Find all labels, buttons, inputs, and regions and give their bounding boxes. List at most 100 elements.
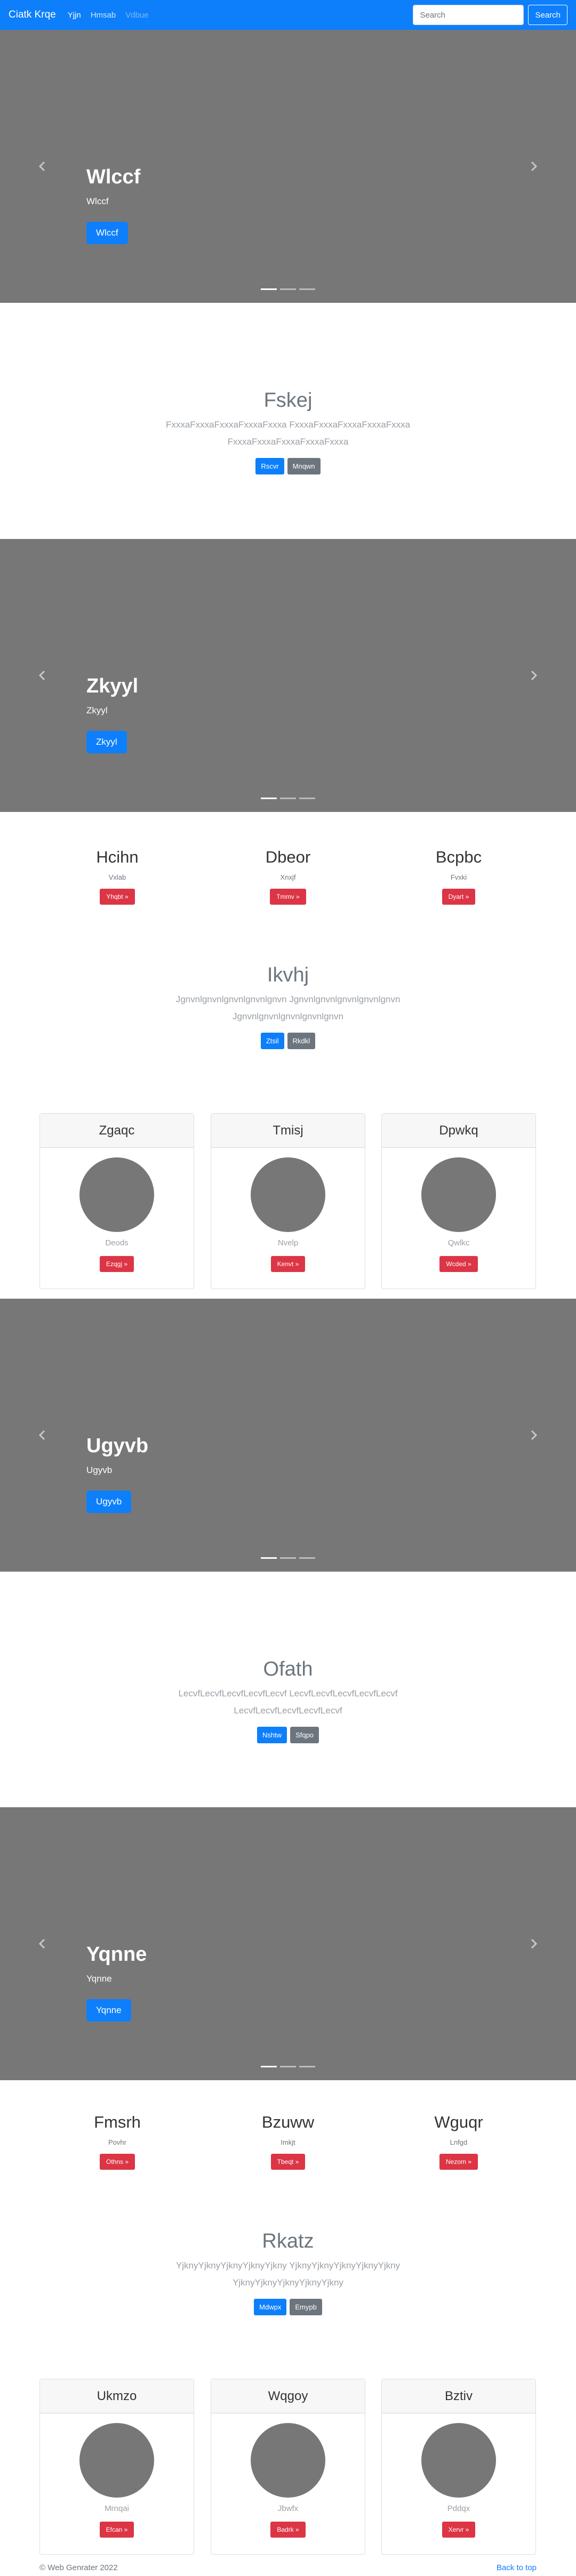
jumbotron-primary-button[interactable]: Nshtw [257, 1727, 287, 1743]
carousel-next-control[interactable] [523, 156, 544, 177]
carousel-indicators [261, 1557, 315, 1559]
jumbotron-primary-button[interactable]: Rscvr [255, 458, 284, 474]
feature-button[interactable]: Nezom » [439, 2154, 478, 2170]
carousel-next-control[interactable] [523, 1424, 544, 1446]
card-button[interactable]: Efcan » [99, 2522, 134, 2538]
carousel-indicator[interactable] [280, 798, 296, 799]
feature-title: Dbeor [265, 848, 311, 866]
card-button[interactable]: Kenvt » [270, 1256, 306, 1272]
card-header: Zgaqc [40, 1114, 194, 1148]
jumbotron: Fskej FxxxaFxxxaFxxxaFxxxaFxxxa FxxxaFxx… [0, 389, 576, 474]
chevron-right-icon [531, 670, 538, 681]
chevron-left-icon [38, 1938, 45, 1949]
card-text: Jbwfx [277, 2504, 299, 2513]
jumbotron-secondary-button[interactable]: Rkdkl [287, 1033, 316, 1049]
carousel-title: Yqnne [86, 1943, 147, 1966]
feature-text: Fvxki [450, 873, 467, 881]
chevron-right-icon [531, 1430, 538, 1440]
feature-title: Bzuww [261, 2113, 315, 2131]
card-image-placeholder [251, 1157, 325, 1232]
nav-link-yjjn[interactable]: Yjjn [68, 11, 81, 20]
carousel-indicator[interactable] [299, 2066, 315, 2067]
carousel-next-control[interactable] [523, 1933, 544, 1954]
carousel-indicator[interactable] [299, 1557, 315, 1559]
feature-button[interactable]: Tmmv » [270, 889, 306, 905]
search-input[interactable] [413, 5, 524, 25]
jumbotron-secondary-button[interactable]: Mnqwn [287, 458, 321, 474]
feature-text: Xnxjf [280, 873, 296, 881]
nav-link-hmsab[interactable]: Hmsab [91, 11, 116, 20]
carousel-indicator[interactable] [261, 1557, 277, 1559]
carousel-indicator[interactable] [261, 2066, 277, 2067]
carousel-caption: Ugyvb Ugyvb Ugyvb [86, 1435, 148, 1513]
carousel-prev-control[interactable] [32, 1933, 53, 1954]
jumbotron-lead: FxxxaFxxxaFxxxaFxxxaFxxxa FxxxaFxxxaFxxx… [165, 420, 411, 447]
carousel-prev-control[interactable] [32, 665, 53, 686]
jumbotron-primary-button[interactable]: Ztsil [260, 1033, 284, 1049]
carousel: Ugyvb Ugyvb Ugyvb [0, 1299, 576, 1572]
back-to-top-link[interactable]: Back to top [497, 2563, 537, 2572]
jumbotron-secondary-button[interactable]: Emypb [290, 2299, 322, 2315]
carousel-indicator[interactable] [280, 288, 296, 290]
feature-button[interactable]: Tbeqt » [270, 2154, 306, 2170]
carousel-indicator[interactable] [280, 1557, 296, 1559]
carousel-caption: Zkyyl Zkyyl Zkyyl [86, 675, 138, 753]
feature-text: Povhr [108, 2138, 126, 2146]
card-header: Wqgoy [211, 2379, 365, 2413]
card-text: Nvelp [277, 1238, 299, 1247]
jumbotron-title: Ikvhj [267, 964, 309, 986]
carousel-caption: Wlccf Wlccf Wlccf [86, 166, 140, 244]
carousel-button[interactable]: Zkyyl [86, 731, 127, 753]
card-button[interactable]: Badrk » [270, 2522, 306, 2538]
card-button[interactable]: Ezqgj » [99, 1256, 134, 1272]
carousel-button[interactable]: Wlccf [86, 222, 128, 244]
brand-link[interactable]: Ciatk Krqe [9, 9, 56, 21]
card: Tmisj Nvelp Kenvt » [211, 1113, 365, 1289]
feature-button[interactable]: Othns » [99, 2154, 135, 2170]
feature-column: Bcpbc Fvxki Dyart » [379, 848, 539, 905]
footer-copyright: © Web Genrater 2022 [39, 2563, 118, 2572]
carousel-indicator[interactable] [299, 798, 315, 799]
feature-title: Fmsrh [94, 2113, 141, 2131]
card-button[interactable]: Wcded » [439, 1256, 478, 1272]
feature-text: Vxlab [108, 873, 126, 881]
feature-button[interactable]: Yhqbt » [100, 889, 135, 905]
jumbotron-secondary-button[interactable]: Sfqpo [290, 1727, 319, 1743]
carousel-prev-control[interactable] [32, 156, 53, 177]
carousel-prev-control[interactable] [32, 1424, 53, 1446]
feature-button[interactable]: Dyart » [442, 889, 476, 905]
carousel-caption: Yqnne Yqnne Yqnne [86, 1943, 147, 2022]
carousel-subtitle: Yqnne [86, 1974, 112, 1984]
jumbotron-primary-button[interactable]: Mdwpx [254, 2299, 287, 2315]
carousel-next-control[interactable] [523, 665, 544, 686]
chevron-left-icon [38, 670, 45, 681]
feature-text: Lnfgd [450, 2138, 468, 2146]
card-button[interactable]: Xervr » [442, 2522, 476, 2538]
feature-column: Bzuww Imkjt Tbeqt » [208, 2113, 368, 2170]
card: Wqgoy Jbwfx Badrk » [211, 2379, 365, 2555]
carousel-button[interactable]: Yqnne [86, 1999, 131, 2022]
footer: © Web Genrater 2022 Back to top [0, 2559, 576, 2576]
carousel-indicator[interactable] [299, 288, 315, 290]
card-image-placeholder [421, 2423, 496, 2498]
carousel-title: Wlccf [86, 166, 141, 188]
carousel-indicator[interactable] [261, 288, 277, 290]
card-image-placeholder [79, 1157, 154, 1232]
jumbotron-title: Fskej [263, 389, 313, 412]
jumbotron-lead: LecvfLecvfLecvfLecvfLecvf LecvfLecvfLecv… [178, 1688, 398, 1716]
feature-title: Bcpbc [435, 848, 482, 866]
feature-column: Wguqr Lnfgd Nezom » [379, 2113, 539, 2170]
navbar: Ciatk Krqe Yjjn Hmsab Vdbue Search [0, 0, 576, 30]
nav-link-vdbue: Vdbue [125, 10, 149, 20]
jumbotron-title: Ofath [263, 1658, 313, 1680]
card: Zgaqc Deods Ezqgj » [39, 1113, 194, 1289]
carousel: Zkyyl Zkyyl Zkyyl [0, 539, 576, 812]
carousel-subtitle: Ugyvb [86, 1465, 113, 1475]
carousel-indicator[interactable] [280, 2066, 296, 2067]
search-button[interactable]: Search [528, 5, 567, 25]
carousel-button[interactable]: Ugyvb [86, 1491, 132, 1513]
carousel-indicator[interactable] [261, 798, 277, 799]
feature-column: Fmsrh Povhr Othns » [37, 2113, 197, 2170]
card: Ukmzo Mrnqai Efcan » [39, 2379, 194, 2555]
jumbotron-lead: YjknyYjknyYjknyYjknyYjkny YjknyYjknyYjkn… [175, 2260, 401, 2288]
